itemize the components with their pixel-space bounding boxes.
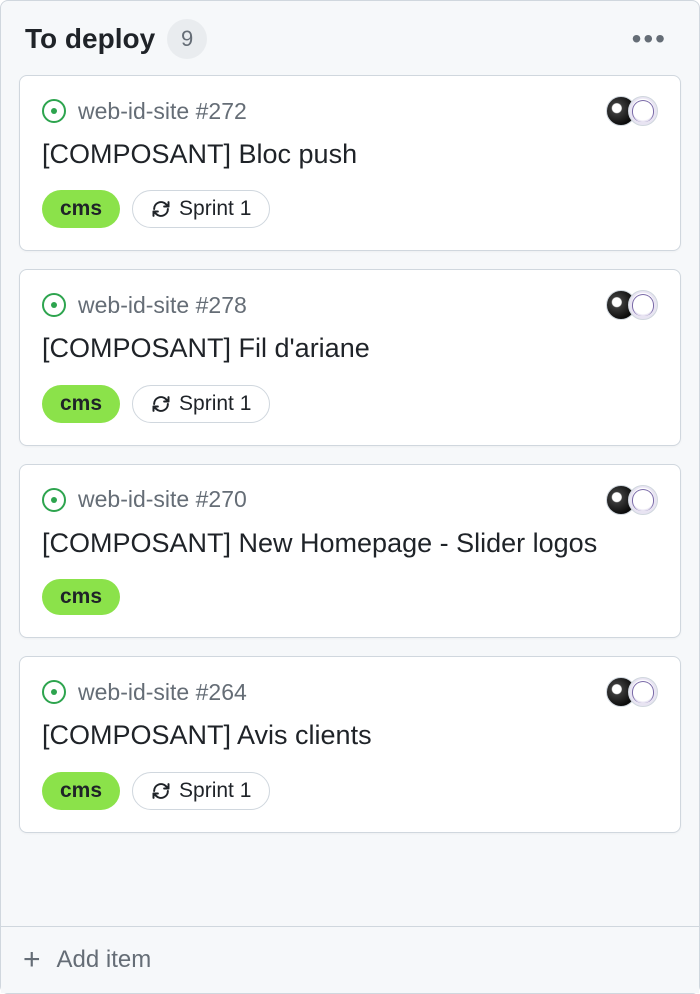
avatar[interactable] bbox=[628, 677, 658, 707]
labels-row: cms Sprint 1 bbox=[42, 190, 658, 228]
sprint-label-text: Sprint 1 bbox=[179, 779, 251, 803]
issue-number: #264 bbox=[196, 679, 247, 705]
open-issue-icon bbox=[42, 293, 66, 317]
column-title: To deploy bbox=[25, 23, 155, 55]
issue-title: [COMPOSANT] Avis clients bbox=[42, 717, 658, 753]
labels-row: cms Sprint 1 bbox=[42, 772, 658, 810]
issue-number: #278 bbox=[196, 292, 247, 318]
issue-title: [COMPOSANT] New Homepage - Slider logos bbox=[42, 525, 658, 561]
iteration-icon bbox=[151, 199, 171, 219]
label-cms[interactable]: cms bbox=[42, 385, 120, 423]
label-cms[interactable]: cms bbox=[42, 772, 120, 810]
repo-reference[interactable]: web-id-site #272 bbox=[78, 98, 247, 125]
open-issue-icon bbox=[42, 680, 66, 704]
repo-name: web-id-site bbox=[78, 486, 189, 512]
open-issue-icon bbox=[42, 488, 66, 512]
column-menu-button[interactable]: ••• bbox=[624, 21, 675, 57]
assignees[interactable] bbox=[614, 96, 658, 126]
labels-row: cms bbox=[42, 579, 658, 615]
card-header-row: web-id-site #264 bbox=[42, 677, 658, 707]
card-header-row: web-id-site #278 bbox=[42, 290, 658, 320]
add-item-button[interactable]: + Add item bbox=[1, 926, 699, 993]
label-sprint[interactable]: Sprint 1 bbox=[132, 190, 270, 228]
open-issue-icon bbox=[42, 99, 66, 123]
iteration-icon bbox=[151, 781, 171, 801]
issue-number: #272 bbox=[196, 98, 247, 124]
repo-reference[interactable]: web-id-site #270 bbox=[78, 486, 247, 513]
avatar[interactable] bbox=[628, 96, 658, 126]
repo-reference[interactable]: web-id-site #278 bbox=[78, 292, 247, 319]
add-item-label: Add item bbox=[57, 946, 152, 974]
plus-icon: + bbox=[23, 945, 41, 975]
sprint-label-text: Sprint 1 bbox=[179, 392, 251, 416]
card-header-row: web-id-site #272 bbox=[42, 96, 658, 126]
sprint-label-text: Sprint 1 bbox=[179, 197, 251, 221]
repo-reference[interactable]: web-id-site #264 bbox=[78, 679, 247, 706]
repo-name: web-id-site bbox=[78, 292, 189, 318]
repo-name: web-id-site bbox=[78, 679, 189, 705]
issue-title: [COMPOSANT] Bloc push bbox=[42, 136, 658, 172]
card-header-row: web-id-site #270 bbox=[42, 485, 658, 515]
issue-title: [COMPOSANT] Fil d'ariane bbox=[42, 330, 658, 366]
issue-card[interactable]: web-id-site #278 [COMPOSANT] Fil d'arian… bbox=[19, 269, 681, 445]
assignees[interactable] bbox=[614, 290, 658, 320]
column-count-badge: 9 bbox=[167, 19, 207, 59]
label-sprint[interactable]: Sprint 1 bbox=[132, 772, 270, 810]
assignees[interactable] bbox=[614, 485, 658, 515]
column-header: To deploy 9 ••• bbox=[1, 1, 699, 67]
label-sprint[interactable]: Sprint 1 bbox=[132, 385, 270, 423]
label-cms[interactable]: cms bbox=[42, 579, 120, 615]
kanban-column: To deploy 9 ••• web-id-site #272 [COMPOS… bbox=[0, 0, 700, 994]
label-cms[interactable]: cms bbox=[42, 190, 120, 228]
assignees[interactable] bbox=[614, 677, 658, 707]
issue-card[interactable]: web-id-site #272 [COMPOSANT] Bloc push c… bbox=[19, 75, 681, 251]
avatar[interactable] bbox=[628, 290, 658, 320]
labels-row: cms Sprint 1 bbox=[42, 385, 658, 423]
issue-card[interactable]: web-id-site #270 [COMPOSANT] New Homepag… bbox=[19, 464, 681, 638]
repo-name: web-id-site bbox=[78, 98, 189, 124]
iteration-icon bbox=[151, 394, 171, 414]
issue-card[interactable]: web-id-site #264 [COMPOSANT] Avis client… bbox=[19, 656, 681, 832]
issue-number: #270 bbox=[196, 486, 247, 512]
cards-list[interactable]: web-id-site #272 [COMPOSANT] Bloc push c… bbox=[1, 67, 699, 926]
avatar[interactable] bbox=[628, 485, 658, 515]
